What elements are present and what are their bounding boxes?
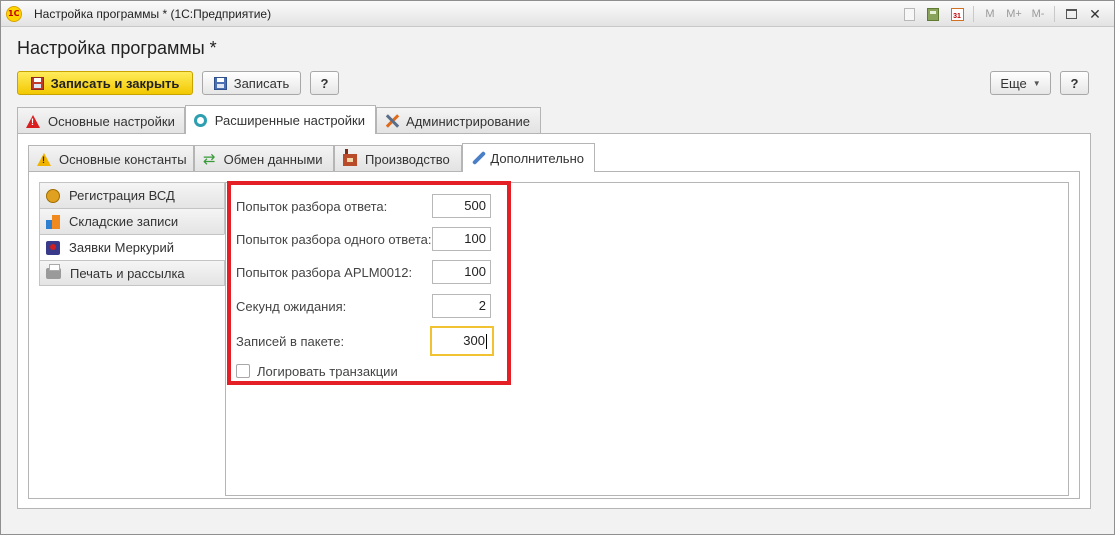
save-icon <box>30 76 44 90</box>
text-cursor <box>486 334 487 350</box>
app-window: Настройка программы * (1С:Предприятие) 3… <box>0 0 1115 535</box>
nav-item-label: Печать и рассылка <box>70 265 185 281</box>
batch-records-value: 300 <box>463 333 485 348</box>
toolbar-separator <box>1054 6 1055 22</box>
save-and-close-button[interactable]: Записать и закрыть <box>17 71 193 95</box>
log-transactions-row[interactable]: Логировать транзакции <box>236 363 398 379</box>
title-toolbar: 31 M M+ M- ✕ <box>898 4 1106 24</box>
log-transactions-label: Логировать транзакции <box>257 363 398 379</box>
document-icon[interactable] <box>898 4 920 24</box>
log-transactions-checkbox[interactable] <box>236 364 250 378</box>
memory-minus-button[interactable]: M- <box>1027 4 1049 24</box>
subtab-data-exchange[interactable]: ⇄ Обмен данными <box>194 145 334 172</box>
section-nav-list: Регистрация ВСД Складские записи Заявки … <box>39 182 225 286</box>
help-right-button[interactable]: ? <box>1060 71 1089 95</box>
field-row-wait-seconds: Секунд ожидания: 2 <box>236 294 494 318</box>
save-label: Записать <box>233 75 290 91</box>
sync-icon: ⇄ <box>203 149 216 168</box>
parse-attempts-input[interactable]: 500 <box>432 194 491 218</box>
subtab-main-constants[interactable]: Основные константы <box>28 145 194 172</box>
field-row-aplm-parse-attempts: Попыток разбора APLM0012: 100 <box>236 260 494 284</box>
app-logo-icon <box>6 6 22 22</box>
printer-icon <box>46 263 61 279</box>
field-row-batch-records: Записей в пакете: 300 <box>236 326 494 356</box>
save-icon <box>213 76 227 90</box>
help-icon: ? <box>1070 75 1079 91</box>
tab-label: Основные настройки <box>48 113 175 129</box>
more-label: Еще <box>1000 75 1027 91</box>
restore-icon <box>1065 9 1077 19</box>
toolbar-separator <box>973 6 974 22</box>
wait-seconds-input[interactable]: 2 <box>432 294 491 318</box>
help-button[interactable]: ? <box>310 71 339 95</box>
tab-label: Расширенные настройки <box>214 112 365 128</box>
tab-advanced-settings[interactable]: Расширенные настройки <box>185 105 376 134</box>
tab-label: Администрирование <box>406 113 530 129</box>
factory-icon <box>343 149 357 166</box>
mercury-icon <box>46 240 60 255</box>
nav-item-warehouse-records[interactable]: Складские записи <box>39 208 225 234</box>
warning-red-icon <box>26 114 40 128</box>
restore-window-button[interactable] <box>1060 4 1082 24</box>
nav-item-label: Заявки Меркурий <box>69 240 174 255</box>
pipette-icon <box>471 151 482 165</box>
nav-item-vsd-registration[interactable]: Регистрация ВСД <box>39 182 225 208</box>
subtab-label: Обмен данными <box>223 151 323 167</box>
tab-main-settings[interactable]: Основные настройки <box>17 107 185 134</box>
nav-item-mercury-requests[interactable]: Заявки Меркурий <box>39 234 225 260</box>
field-row-parse-attempts: Попыток разбора ответа: 500 <box>236 194 494 218</box>
boxes-icon <box>46 214 60 229</box>
save-button[interactable]: Записать <box>202 71 301 95</box>
subtab-label: Основные константы <box>59 151 187 167</box>
title-bar: Настройка программы * (1С:Предприятие) 3… <box>1 1 1114 27</box>
nav-item-print-mailing[interactable]: Печать и рассылка <box>39 260 225 286</box>
calendar-icon[interactable]: 31 <box>946 4 968 24</box>
medal-icon <box>46 188 60 203</box>
field-label: Попыток разбора ответа: <box>236 199 388 214</box>
window-title: Настройка программы * (1С:Предприятие) <box>34 7 272 21</box>
nav-item-label: Регистрация ВСД <box>69 188 175 203</box>
batch-records-input[interactable]: 300 <box>430 326 494 356</box>
single-parse-attempts-input[interactable]: 100 <box>432 227 491 251</box>
close-window-button[interactable]: ✕ <box>1084 4 1106 24</box>
aplm-parse-attempts-input[interactable]: 100 <box>432 260 491 284</box>
tools-icon <box>385 114 398 128</box>
warning-icon <box>37 152 51 166</box>
field-row-single-parse-attempts: Попыток разбора одного ответа: 100 <box>236 227 494 251</box>
gear-icon <box>194 113 207 127</box>
subtab-production[interactable]: Производство <box>334 145 462 172</box>
tab-administration[interactable]: Администрирование <box>376 107 541 134</box>
field-label: Попыток разбора одного ответа: <box>236 232 432 247</box>
field-label: Записей в пакете: <box>236 334 345 349</box>
help-icon: ? <box>320 75 329 91</box>
subtab-label: Производство <box>365 151 450 167</box>
nav-item-label: Складские записи <box>69 214 179 229</box>
subtab-label: Дополнительно <box>490 150 584 166</box>
page-title: Настройка программы * <box>17 38 217 58</box>
field-label: Попыток разбора APLM0012: <box>236 265 413 280</box>
chevron-down-icon: ▼ <box>1032 78 1041 88</box>
save-and-close-label: Записать и закрыть <box>50 75 180 91</box>
memory-m-button[interactable]: M <box>979 4 1001 24</box>
subtab-additional[interactable]: Дополнительно <box>462 143 595 172</box>
more-menu-button[interactable]: Еще ▼ <box>990 71 1051 95</box>
calculator-icon[interactable] <box>922 4 944 24</box>
field-label: Секунд ожидания: <box>236 299 347 314</box>
memory-plus-button[interactable]: M+ <box>1003 4 1025 24</box>
